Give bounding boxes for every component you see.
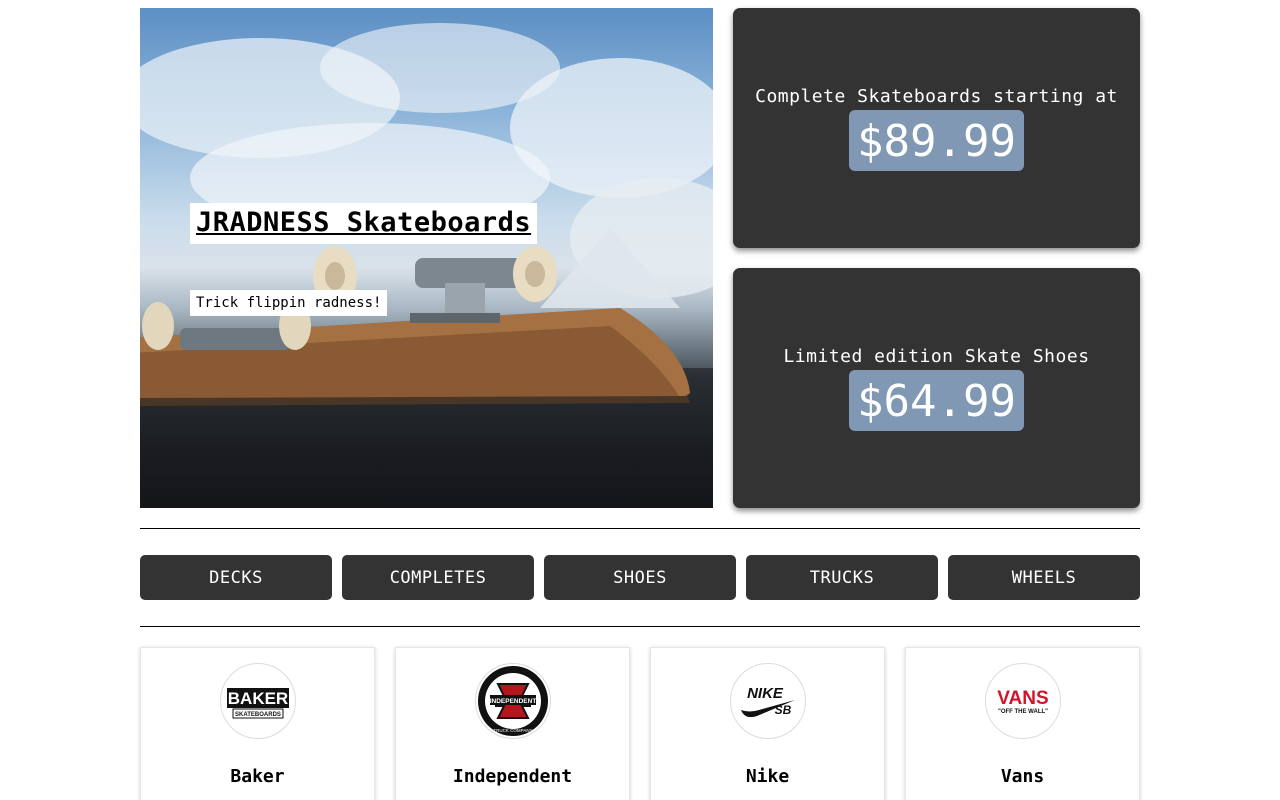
brand-name: Vans	[1000, 766, 1045, 787]
brand-card-vans[interactable]: VANS "OFF THE WALL" Vans	[905, 647, 1140, 800]
brand-card-baker[interactable]: BAKER SKATEBOARDS Baker	[140, 647, 375, 800]
hero-subtitle: Trick flippin radness!	[190, 290, 388, 316]
nike-sb-logo-icon: NIKE SB	[729, 663, 806, 739]
divider	[140, 626, 1140, 627]
svg-text:TRUCK COMPANY: TRUCK COMPANY	[493, 728, 532, 733]
brand-name: Baker	[230, 766, 285, 787]
brand-name: Independent	[452, 766, 573, 787]
svg-text:INDEPENDENT: INDEPENDENT	[489, 698, 536, 705]
nav-button-completes[interactable]: COMPLETES	[342, 555, 534, 600]
promo-card-shoes[interactable]: Limited edition Skate Shoes $64.99	[733, 268, 1140, 508]
promo-price: $89.99	[849, 109, 1024, 171]
brand-name: Nike	[745, 766, 790, 787]
svg-text:BAKER: BAKER	[227, 689, 287, 708]
category-nav: DECKS COMPLETES SHOES TRUCKS WHEELS	[140, 555, 1140, 600]
promo-label: Limited edition Skate Shoes	[783, 345, 1090, 367]
divider	[140, 528, 1140, 529]
skateboard-photo	[140, 23, 713, 508]
nav-button-shoes[interactable]: SHOES	[544, 555, 736, 600]
brand-card-nike[interactable]: NIKE SB Nike	[650, 647, 885, 800]
hero-title: JRADNESS Skateboards	[190, 203, 538, 244]
promo-label: Complete Skateboards starting at	[755, 85, 1118, 107]
brand-list: BAKER SKATEBOARDS Baker INDEPENDENT TRUC…	[140, 647, 1140, 800]
svg-text:VANS: VANS	[997, 688, 1048, 709]
svg-text:"OFF THE WALL": "OFF THE WALL"	[997, 709, 1047, 715]
svg-text:SKATEBOARDS: SKATEBOARDS	[235, 712, 281, 718]
hero-banner: JRADNESS Skateboards Trick flippin radne…	[140, 8, 713, 508]
nav-button-decks[interactable]: DECKS	[140, 555, 332, 600]
svg-text:NIKE: NIKE	[747, 685, 784, 702]
baker-logo-icon: BAKER SKATEBOARDS	[219, 663, 296, 739]
nav-button-wheels[interactable]: WHEELS	[948, 555, 1140, 600]
vans-logo-icon: VANS "OFF THE WALL"	[984, 663, 1061, 739]
nav-button-trucks[interactable]: TRUCKS	[746, 555, 938, 600]
brand-card-independent[interactable]: INDEPENDENT TRUCK COMPANY Independent	[395, 647, 630, 800]
promo-price: $64.99	[849, 369, 1024, 431]
promo-card-completes[interactable]: Complete Skateboards starting at $89.99	[733, 8, 1140, 248]
independent-logo-icon: INDEPENDENT TRUCK COMPANY	[474, 663, 551, 739]
